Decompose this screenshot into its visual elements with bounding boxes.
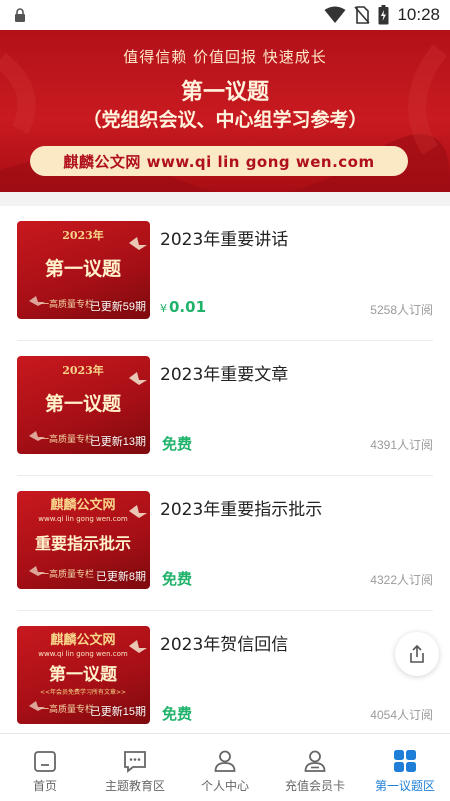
section-separator	[0, 192, 450, 206]
share-button[interactable]	[395, 632, 439, 676]
item-price: 免费	[160, 703, 192, 724]
nav-label: 首页	[32, 779, 57, 793]
nav-label: 第一议题区	[374, 779, 435, 793]
lock-icon	[15, 8, 25, 22]
nav-label: 充值会员卡	[284, 779, 345, 793]
banner-subtitle: （党组织会议、中心组学习参考）	[82, 109, 368, 131]
price-value: 0.01	[169, 298, 207, 316]
share-icon	[410, 644, 424, 663]
wifi-icon	[324, 6, 346, 23]
currency-symbol: ¥	[160, 302, 167, 315]
thumb-top-text: 麒麟公文网	[50, 632, 115, 648]
banner-slogan: 值得信赖 价值回报 快速成长	[123, 48, 327, 66]
update-count-badge: 已更新15期	[89, 706, 146, 718]
nav-label: 个人中心	[200, 779, 249, 793]
item-thumbnail: 麒麟公文网 www.qi lin gong wen.com 第一议题 <<年会员…	[17, 626, 150, 724]
thumb-bottom-text: 一高质量专栏	[40, 298, 94, 310]
banner-url-pill: 麒麟公文网 www.qi lin gong wen.com	[30, 146, 408, 176]
battery-icon	[378, 5, 389, 25]
clock: 10:28	[397, 5, 440, 24]
thumb-url-text: www.qi lin gong wen.com	[38, 515, 128, 523]
bottom-navigation: 首页 主题教育区 个人中心 充值会员卡 第一议题区	[0, 733, 450, 801]
hero-banner[interactable]: 值得信赖 价值回报 快速成长 第一议题 （党组织会议、中心组学习参考） 麒麟公文…	[0, 30, 450, 192]
status-bar: 10:28	[0, 0, 450, 30]
home-icon	[34, 751, 56, 772]
dove-icon	[129, 505, 147, 518]
item-price: 免费	[160, 433, 192, 454]
no-sim-icon	[354, 6, 371, 24]
person-icon	[214, 750, 236, 772]
item-title[interactable]: 2023年重要指示批示	[160, 495, 322, 520]
dove-icon	[129, 640, 147, 653]
list-item[interactable]: 2023年 第一议题 一高质量专栏 已更新13期 2023年重要文章 免费 43…	[0, 341, 450, 476]
item-title[interactable]: 2023年重要讲话	[160, 225, 288, 250]
thumb-main-text: 第一议题	[49, 664, 118, 685]
nav-first-topic[interactable]: 第一议题区	[360, 734, 450, 801]
thumb-top-text: 麒麟公文网	[50, 497, 115, 513]
thumb-bottom-text: 一高质量专栏	[40, 703, 94, 715]
thumb-bottom-text: 一高质量专栏	[40, 568, 94, 580]
subscriber-count: 5258人订阅	[370, 303, 433, 317]
update-count-badge: 已更新8期	[95, 571, 146, 583]
nav-member-card[interactable]: 充值会员卡	[270, 734, 360, 801]
thumb-top-text: 2023年	[62, 363, 104, 377]
dove-icon	[129, 237, 147, 250]
dove-icon	[129, 372, 147, 385]
list-item[interactable]: 2023年 第一议题 一高质量专栏 已更新59期 2023年重要讲话 ¥0.01…	[0, 206, 450, 341]
item-thumbnail: 麒麟公文网 www.qi lin gong wen.com 重要指示批示 一高质…	[17, 491, 150, 589]
thumb-bottom-text: 一高质量专栏	[40, 433, 94, 445]
nav-theme-education[interactable]: 主题教育区	[90, 734, 180, 801]
price-value: 免费	[162, 705, 193, 723]
nav-label: 主题教育区	[104, 779, 165, 793]
update-count-badge: 已更新13期	[89, 436, 146, 448]
item-title[interactable]: 2023年贺信回信	[160, 630, 288, 655]
list-item[interactable]: 麒麟公文网 www.qi lin gong wen.com 第一议题 <<年会员…	[0, 611, 450, 746]
list-item[interactable]: 麒麟公文网 www.qi lin gong wen.com 重要指示批示 一高质…	[0, 476, 450, 611]
price-value: 免费	[162, 435, 193, 453]
subscriber-count: 4054人订阅	[370, 708, 433, 722]
item-thumbnail: 2023年 第一议题 一高质量专栏 已更新13期	[17, 356, 150, 454]
subscriber-count: 4322人订阅	[370, 573, 433, 587]
chat-icon	[124, 751, 146, 773]
thumb-url-text: www.qi lin gong wen.com	[38, 650, 128, 658]
item-price: ¥0.01	[160, 298, 206, 316]
thumb-main-text: 重要指示批示	[35, 534, 131, 553]
nav-home[interactable]: 首页	[0, 734, 90, 801]
nav-personal-center[interactable]: 个人中心	[180, 734, 270, 801]
grid-icon	[394, 750, 416, 772]
item-price: 免费	[160, 568, 192, 589]
thumb-main-text: 第一议题	[45, 392, 121, 415]
item-title[interactable]: 2023年重要文章	[160, 360, 288, 385]
thumb-top-text: 2023年	[62, 228, 104, 242]
member-card-icon	[304, 750, 326, 772]
thumb-main-text: 第一议题	[45, 257, 121, 280]
thumb-note-text: <<年会员免费学习所有文章>>	[40, 688, 126, 696]
item-thumbnail: 2023年 第一议题 一高质量专栏 已更新59期	[17, 221, 150, 319]
update-count-badge: 已更新59期	[89, 301, 146, 313]
banner-title: 第一议题	[180, 79, 269, 105]
price-value: 免费	[162, 570, 193, 588]
subscriber-count: 4391人订阅	[370, 438, 433, 452]
